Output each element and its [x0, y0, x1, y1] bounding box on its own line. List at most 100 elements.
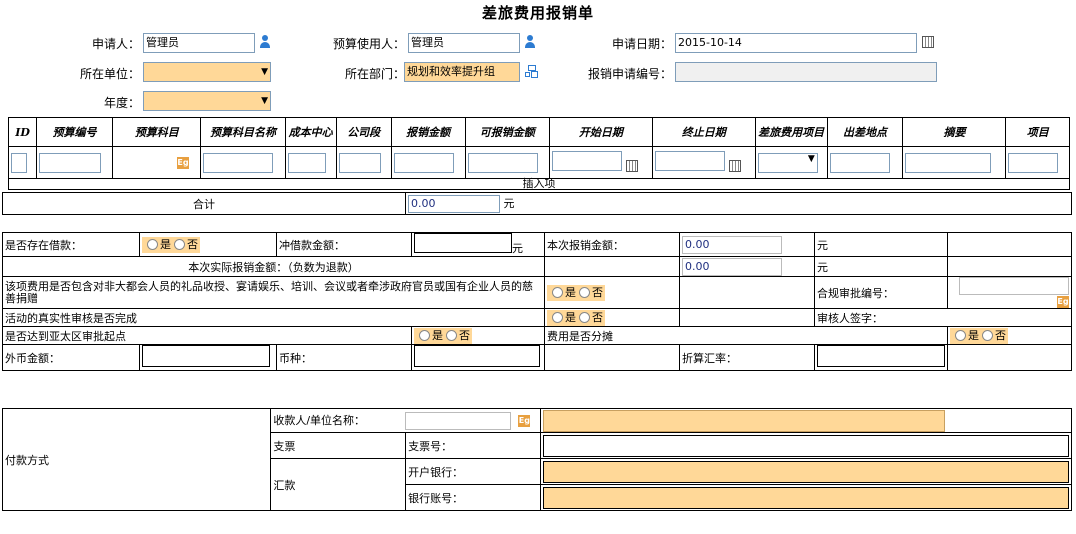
radio-yes[interactable] [552, 312, 563, 323]
authenticity-radio-group[interactable]: 是否 [547, 309, 605, 326]
payee-cell: 收款人/单位名称： Eg [270, 408, 541, 433]
total-label: 合计 [2, 192, 406, 215]
col-start-date: 开始日期 [548, 117, 653, 147]
this-amount-cell: 0.00 [679, 232, 815, 257]
calendar-icon[interactable] [625, 160, 638, 172]
radio-yes[interactable] [955, 330, 966, 341]
summary-input[interactable] [905, 152, 992, 173]
apply-no-label: 报销申请编号： [587, 67, 672, 81]
dept-field[interactable]: 规划和效率提升组 [404, 62, 520, 82]
radio-no[interactable] [982, 330, 993, 341]
radio-yes[interactable] [419, 330, 430, 341]
page-title: 差旅费用报销单 [481, 4, 594, 22]
start-date-input[interactable] [551, 151, 622, 171]
budget-item-input[interactable]: Eg [115, 152, 189, 173]
end-date-input[interactable] [654, 151, 725, 171]
col-company-seg: 公司段 [335, 117, 392, 147]
id-input [11, 152, 27, 173]
col-available: 可报销金额 [464, 117, 550, 147]
applicant-label: 申请人： [91, 37, 140, 51]
apac-radio-group[interactable]: 是否 [414, 327, 472, 344]
company-seg-input[interactable] [338, 152, 381, 173]
radio-no[interactable] [446, 330, 457, 341]
yes-label: 是 [565, 285, 576, 299]
person-picker-icon[interactable] [260, 35, 270, 49]
actual-label: 本次实际报销金额：（负数为退款） [2, 256, 545, 277]
radio-no[interactable] [579, 287, 590, 298]
detail-input-row: Eg [7, 146, 1070, 179]
radio-no[interactable] [579, 312, 590, 323]
amount-input[interactable] [393, 152, 454, 173]
unit-select[interactable] [143, 62, 271, 82]
yuan-label: 元 [814, 256, 948, 277]
insert-item-link[interactable]: 插入项 [8, 178, 1070, 190]
rate-input[interactable] [817, 345, 945, 367]
share-radio-group[interactable]: 是否 [950, 327, 1008, 344]
budget-item-name-input[interactable] [203, 152, 274, 173]
total-table: 合计 0.00 元 [2, 192, 1072, 215]
calendar-icon[interactable] [728, 160, 741, 172]
fx-amount-label: 外币金额： [2, 344, 140, 371]
actual-amount-value: 0.00 [682, 257, 782, 276]
this-amount-label: 本次报销金额： [544, 232, 680, 257]
currency-input[interactable] [414, 345, 540, 367]
org-picker-icon[interactable] [525, 65, 537, 77]
col-location: 出差地点 [826, 117, 904, 147]
radio-no[interactable] [174, 239, 185, 250]
lookup-icon[interactable]: Eg [518, 414, 531, 427]
col-budget-item: 预算科目 [111, 117, 202, 147]
col-end-date: 终止日期 [651, 117, 756, 147]
compliance-no-input[interactable] [959, 277, 1069, 295]
remit-label: 汇款 [270, 458, 407, 511]
no-label: 否 [995, 328, 1006, 342]
col-id: ID [7, 117, 38, 147]
payee-input[interactable] [404, 411, 511, 430]
person-picker-icon[interactable] [525, 35, 535, 49]
check-no-input[interactable] [543, 434, 1069, 457]
budget-user-label: 预算使用人： [332, 37, 405, 51]
payment-method-label: 付款方式 [1, 408, 272, 511]
cost-center-input[interactable] [287, 152, 326, 173]
fx-amount-input[interactable] [142, 345, 270, 367]
budget-no-input[interactable] [39, 152, 102, 173]
col-amount: 报销金额 [390, 117, 466, 147]
this-amount-value: 0.00 [682, 235, 782, 254]
apply-date-field[interactable]: 2015-10-14 [675, 33, 917, 53]
calendar-icon[interactable] [922, 36, 934, 48]
has-loan-cell: 是否 [139, 232, 277, 257]
authenticity-label: 活动的真实性审核是否完成 [2, 308, 545, 327]
expense-item-select[interactable] [757, 152, 818, 173]
no-label: 否 [459, 328, 470, 342]
detail-header-row: ID 预算编号 预算科目 预算科目名称 成本中心 公司段 报销金额 可报销金额 … [7, 117, 1070, 147]
no-label: 否 [187, 237, 198, 251]
payee-name-field[interactable] [543, 409, 945, 432]
has-loan-radio-group[interactable]: 是否 [142, 236, 200, 253]
bank-input[interactable] [543, 460, 1069, 483]
offset-input[interactable] [414, 233, 512, 253]
lookup-icon[interactable]: Eg [177, 156, 189, 169]
apply-no-field [675, 62, 937, 82]
apply-date-label: 申请日期： [611, 37, 672, 51]
radio-yes[interactable] [147, 239, 158, 250]
summary-table: 是否存在借款： 是否 冲借款金额： 元 本次报销金额： 0.00 元 本次实际报… [2, 232, 1072, 371]
yes-label: 是 [432, 328, 443, 342]
location-input[interactable] [829, 152, 890, 173]
budget-user-field[interactable]: 管理员 [408, 33, 520, 53]
unit-label: 所在单位： [79, 67, 140, 81]
account-input[interactable] [543, 486, 1069, 509]
year-select[interactable] [143, 91, 271, 111]
yes-label: 是 [160, 237, 171, 251]
gift-radio-group[interactable]: 是否 [547, 284, 605, 301]
insert-row: 插入项 [8, 178, 1070, 190]
project-input[interactable] [1008, 152, 1059, 173]
detail-table: ID 预算编号 预算科目 预算科目名称 成本中心 公司段 报销金额 可报销金额 … [7, 117, 1070, 190]
compliance-no-label: 合规审批编号： [814, 276, 948, 309]
col-expense-item: 差旅费用项目 [754, 117, 828, 147]
radio-yes[interactable] [552, 287, 563, 298]
applicant-field[interactable]: 管理员 [143, 33, 255, 53]
offset-cell: 元 [411, 232, 545, 257]
lookup-icon[interactable]: Eg [1057, 296, 1069, 308]
no-label: 否 [592, 310, 603, 324]
currency-label: 币种： [276, 344, 412, 371]
dept-label: 所在部门： [344, 67, 405, 81]
